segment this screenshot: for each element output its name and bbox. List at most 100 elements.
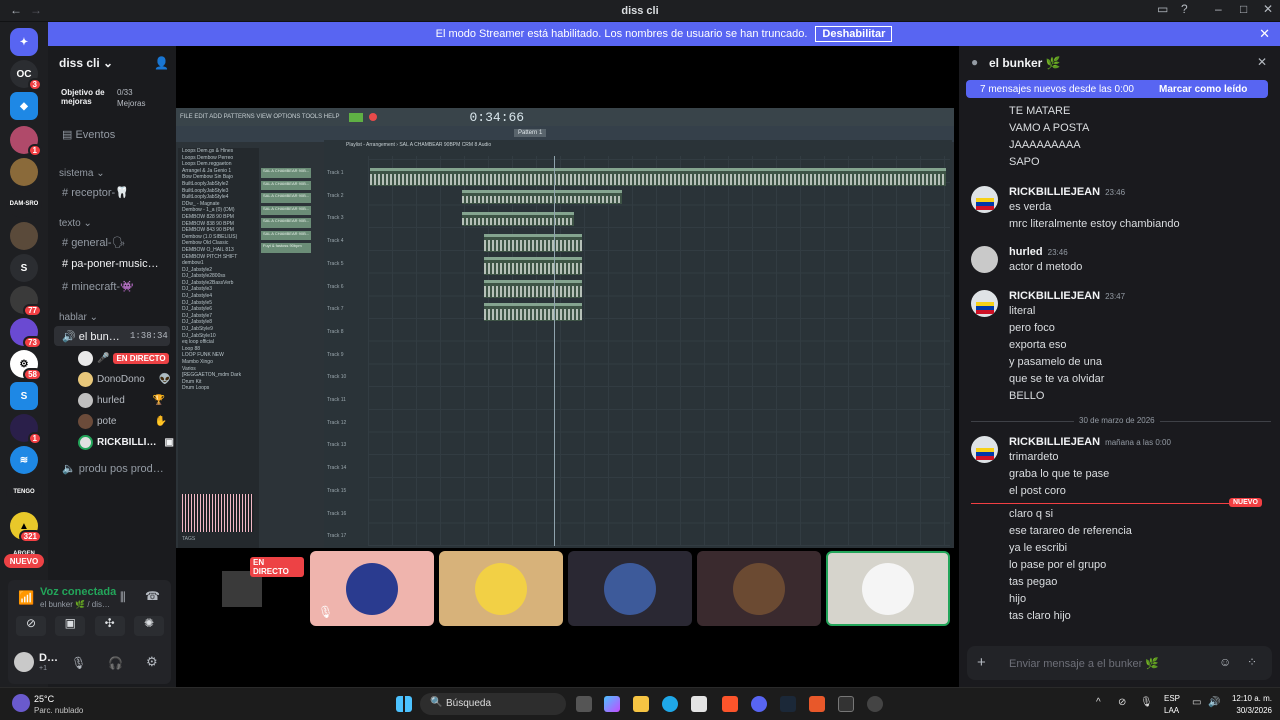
browser-item[interactable]: Loops Dem.reggaeton	[178, 161, 259, 168]
language-code[interactable]: ESP	[1164, 694, 1180, 703]
track-header[interactable]: Track 2	[324, 193, 364, 199]
track-header[interactable]: Track 9	[324, 352, 364, 358]
channel-rack-item[interactable]: Fuyt & fastoss 90bpm	[261, 243, 311, 253]
message-author[interactable]: RICKBILLIEJEAN 23:47	[1009, 290, 1125, 302]
browser-item[interactable]: DJ_JabStyle9	[178, 326, 259, 333]
message-input[interactable]: Enviar mensaje a el bunker 🌿	[1009, 657, 1159, 670]
add-attachment-icon[interactable]: +	[977, 654, 986, 671]
channel-minecraft[interactable]: # minecraft-👾	[62, 280, 134, 293]
browser-item[interactable]: Loops Dem.gs & Hines	[178, 148, 259, 155]
browser-item[interactable]: eq loop official	[178, 339, 259, 346]
edge-icon[interactable]	[662, 696, 678, 712]
avatar[interactable]	[971, 436, 998, 463]
voice-channel-el-bunker[interactable]: 🔊 el bun…	[62, 330, 120, 343]
browser-item[interactable]: DJ_Jabstyle6	[178, 306, 259, 313]
category-sistema[interactable]: sistema ⌄	[59, 168, 105, 179]
voice-user[interactable]: pote ✋	[78, 414, 167, 429]
inbox-icon[interactable]: ▭	[1157, 2, 1168, 16]
track-header[interactable]: Track 4	[324, 238, 364, 244]
browser-item[interactable]: DEMBOW PITCH SHIFT	[178, 254, 259, 261]
server-icon[interactable]: S	[10, 254, 38, 282]
tray-icon[interactable]: ⊘	[1118, 697, 1126, 708]
soundboard-icon[interactable]: ⫼	[120, 590, 126, 605]
discord-home-icon[interactable]: ✦	[10, 28, 38, 56]
clock-time[interactable]: 12:10 a. m.	[1228, 694, 1272, 703]
disconnect-icon[interactable]: ☎	[145, 589, 160, 603]
track-header[interactable]: Track 13	[324, 442, 364, 448]
channel-rack-item[interactable]: SAL A CHAMBEAR 90B...	[261, 168, 311, 178]
browser-item[interactable]: BuiltLooplyJabStyle3	[178, 188, 259, 195]
emoji-icon[interactable]: ☺	[1219, 655, 1231, 669]
server-icon[interactable]: 73	[10, 318, 42, 349]
browser-item[interactable]: Drum Kit	[178, 379, 259, 386]
help-icon[interactable]: ?	[1181, 2, 1188, 16]
message-author[interactable]: hurled 23:46	[1009, 246, 1068, 258]
network-icon[interactable]: ▭	[1192, 697, 1201, 708]
server-icon[interactable]: 77	[10, 286, 42, 317]
avatar[interactable]	[971, 246, 998, 273]
tray-chevron-icon[interactable]: ^	[1096, 697, 1101, 708]
server-icon[interactable]	[10, 158, 38, 186]
category-texto[interactable]: texto ⌄	[59, 218, 92, 229]
track-header[interactable]: Track 14	[324, 465, 364, 471]
browser-item[interactable]: Varios	[178, 366, 259, 373]
track-header[interactable]: Track 8	[324, 329, 364, 335]
track-header[interactable]: Track 17	[324, 533, 364, 539]
voice-user[interactable]: 🎤 EN DIRECTO	[78, 351, 169, 366]
invite-icon[interactable]: 👤	[154, 56, 169, 70]
channel-rack-item[interactable]: SAL A CHAMBEAR 90B...	[261, 218, 311, 228]
copilot-icon[interactable]	[604, 696, 620, 712]
channel-pa-poner-music[interactable]: # pa-poner-music…	[62, 258, 159, 270]
maximize-icon[interactable]: □	[1240, 2, 1247, 16]
browser-item[interactable]: DJ_Jabstyle8	[178, 319, 259, 326]
stream-tile[interactable]: EN DIRECTO	[180, 551, 304, 626]
server-icon[interactable]: TENGO	[6, 478, 42, 506]
headphones-icon[interactable]: 🎧	[108, 656, 123, 670]
new-pill[interactable]: NUEVO	[4, 554, 44, 568]
voice-channel-sub[interactable]: el bunker 🌿 / dis…	[40, 600, 110, 609]
file-explorer-icon[interactable]	[633, 696, 649, 712]
voice-status[interactable]: Voz conectada	[40, 586, 116, 598]
mic-tray-icon[interactable]: 🎙	[1140, 697, 1153, 708]
track-header[interactable]: Track 10	[324, 374, 364, 380]
browser-item[interactable]: DEMBOW O_HAIL 813	[178, 247, 259, 254]
browser-item[interactable]: DJ_Jabstyle7	[178, 313, 259, 320]
windows-start-icon[interactable]	[396, 696, 412, 712]
task-view-icon[interactable]	[576, 696, 592, 712]
app-icon[interactable]	[867, 696, 883, 712]
server-icon[interactable]: ≋	[10, 446, 38, 474]
browser-item[interactable]: dembow1	[178, 260, 259, 267]
participant-tile[interactable]	[439, 551, 563, 626]
avatar[interactable]	[971, 186, 998, 213]
signal-icon[interactable]: 📶	[18, 590, 34, 606]
avatar[interactable]	[971, 290, 998, 317]
minimize-icon[interactable]: –	[1215, 2, 1222, 16]
browser-item[interactable]: Drum Loops	[178, 385, 259, 392]
track-header[interactable]: Track 1	[324, 170, 364, 176]
user-name[interactable]: D…	[39, 652, 58, 664]
browser-item[interactable]: DJ_JabStyle10	[178, 333, 259, 340]
voice-user[interactable]: hurled 🏆	[78, 393, 165, 408]
temperature[interactable]: 25°C	[34, 694, 54, 704]
participant-tile[interactable]: 🎙	[310, 551, 434, 626]
channel-rack-item[interactable]: SAL A CHAMBEAR 90B...	[261, 180, 311, 190]
close-chat-icon[interactable]: ✕	[1257, 55, 1267, 69]
volume-icon[interactable]: 🔊	[1208, 697, 1220, 708]
keyboard-layout[interactable]: LAA	[1164, 706, 1179, 715]
server-icon[interactable]: 1	[10, 414, 42, 445]
track-header[interactable]: Track 7	[324, 306, 364, 312]
screen-share-icon[interactable]: ▣	[55, 616, 86, 636]
browser-item[interactable]: DDw_ - Magnate	[178, 201, 259, 208]
weather-icon[interactable]	[12, 694, 30, 712]
skype-server-icon[interactable]: S	[10, 382, 38, 410]
camera-off-icon[interactable]: ⊘	[16, 616, 46, 636]
microphone-app-icon[interactable]	[809, 696, 825, 712]
clock-date[interactable]: 30/3/2026	[1228, 706, 1272, 715]
browser-item[interactable]: DEMBOW 838 90 BPM	[178, 221, 259, 228]
server-icon[interactable]	[10, 222, 38, 250]
channel-general[interactable]: # general-🗣	[62, 236, 126, 249]
new-messages-bar[interactable]: 7 mensajes nuevos desde las 0:00 Marcar …	[966, 80, 1268, 98]
discord-icon[interactable]	[751, 696, 767, 712]
weather-text[interactable]: Parc. nublado	[34, 706, 83, 715]
browser-item[interactable]: LOOP FUNK NEW	[178, 352, 259, 359]
